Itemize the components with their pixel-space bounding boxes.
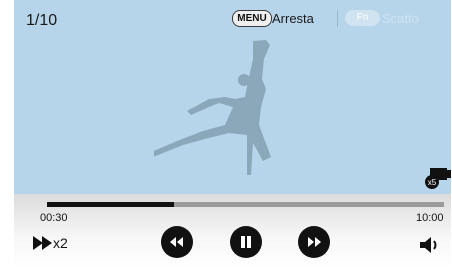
stop-label: Arresta bbox=[272, 11, 314, 26]
pause-button[interactable] bbox=[230, 226, 262, 258]
hint-divider bbox=[337, 10, 338, 27]
fn-key-badge[interactable]: Fn bbox=[345, 10, 380, 26]
rewind-button[interactable] bbox=[161, 226, 193, 258]
frame-counter: 1/10 bbox=[26, 12, 58, 29]
pause-icon bbox=[241, 236, 251, 248]
speed-label: x2 bbox=[53, 235, 68, 251]
camera-icon: x5 bbox=[425, 168, 451, 189]
speed-button[interactable]: x2 bbox=[33, 234, 68, 252]
repeat-count-label: x5 bbox=[428, 178, 437, 187]
forward-button[interactable] bbox=[298, 226, 330, 258]
current-time: 00:30 bbox=[40, 212, 68, 224]
progress-bar[interactable] bbox=[47, 202, 444, 207]
volume-icon[interactable] bbox=[418, 236, 442, 254]
forward-icon bbox=[308, 237, 321, 247]
ballerina-image bbox=[154, 40, 271, 175]
fast-forward-speed-icon bbox=[33, 236, 52, 250]
progress-fill bbox=[47, 202, 175, 207]
total-time: 10:00 bbox=[416, 212, 444, 224]
playback-viewport: 1/10 bbox=[14, 0, 451, 194]
shot-label: Scatto bbox=[382, 11, 419, 26]
menu-key-badge[interactable]: MENU bbox=[232, 10, 272, 27]
rewind-icon bbox=[170, 237, 183, 247]
